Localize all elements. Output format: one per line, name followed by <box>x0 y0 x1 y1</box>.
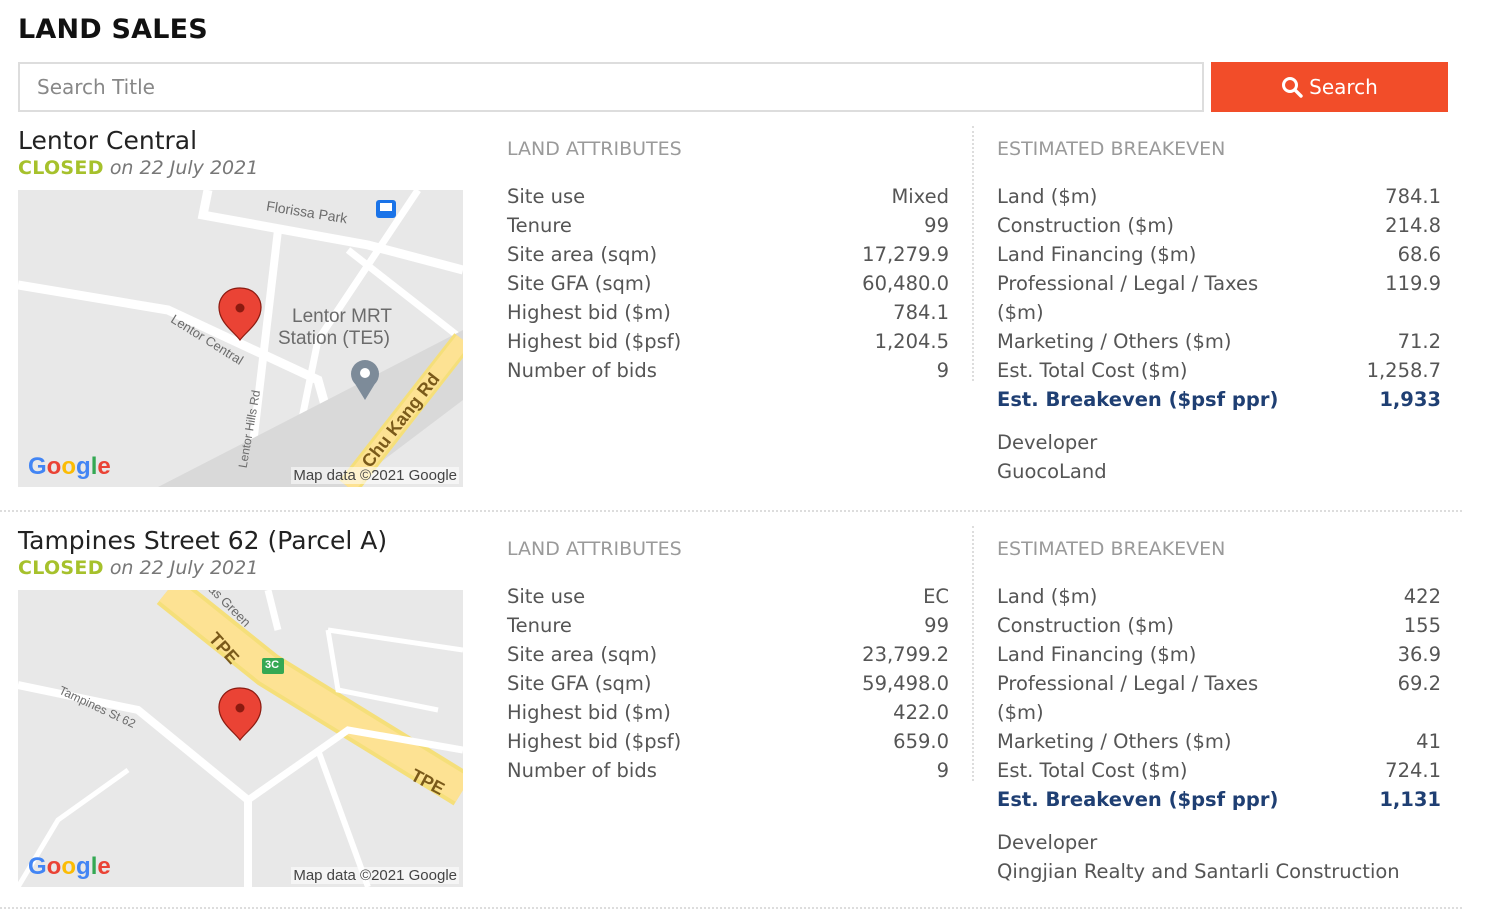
search-button[interactable]: Search <box>1211 62 1448 112</box>
attribute-row: Tenure 99 <box>507 214 949 237</box>
map-attribution[interactable]: Map data ©2021 Google <box>291 867 459 884</box>
developer-label: Developer <box>997 431 1098 454</box>
attribute-row: Site use EC <box>507 585 949 608</box>
developer-name: Qingjian Realty and Santarli Constructio… <box>997 860 1400 883</box>
breakeven-row: Construction ($m) 214.8 <box>997 214 1441 237</box>
breakeven-heading: ESTIMATED BREAKEVEN <box>997 138 1226 160</box>
attribute-row: Site GFA (sqm) 60,480.0 <box>507 272 949 295</box>
breakeven-row: Construction ($m) 155 <box>997 614 1441 637</box>
breakeven-row: Marketing / Others ($m) 41 <box>997 730 1441 753</box>
estimated-breakeven: ESTIMATED BREAKEVEN Land ($m) 784.1 Const… <box>997 138 1441 486</box>
land-attributes: LAND ATTRIBUTES Site use Mixed Tenure 99 S… <box>507 138 949 385</box>
attribute-row: Highest bid ($m) 784.1 <box>507 301 949 324</box>
attribute-row: Number of bids 9 <box>507 759 949 782</box>
search-button-label: Search <box>1309 75 1378 99</box>
attribute-row: Number of bids 9 <box>507 359 949 382</box>
attribute-row: Site area (sqm) 17,279.9 <box>507 243 949 266</box>
search-input[interactable] <box>18 62 1204 112</box>
breakeven-row: Marketing / Others ($m) 71.2 <box>997 330 1441 353</box>
attribute-row: Highest bid ($psf) 659.0 <box>507 730 949 753</box>
breakeven-row: Professional / Legal / Taxes ($m) 69.2 <box>997 672 1441 724</box>
listing-card: Lentor Central CLOSED on 22 July 2021 Fl… <box>0 126 1498 526</box>
column-divider <box>972 126 974 381</box>
column-divider <box>972 526 974 781</box>
google-logo: Google <box>28 453 111 480</box>
attribute-row: Site use Mixed <box>507 185 949 208</box>
map-label: Lentor MRT <box>292 306 392 327</box>
listing-card: Tampines Street 62 (Parcel A) CLOSED on … <box>0 526 1498 910</box>
estimated-breakeven: ESTIMATED BREAKEVEN Land ($m) 422 Constru… <box>997 538 1441 886</box>
listing-divider <box>0 907 1462 909</box>
status-line: CLOSED on 22 July 2021 <box>18 157 258 179</box>
listing-title[interactable]: Lentor Central <box>18 126 197 155</box>
breakeven-row: Land Financing ($m) 36.9 <box>997 643 1441 666</box>
map-roads <box>18 590 463 887</box>
breakeven-total-row: Est. Breakeven ($psf ppr) 1,131 <box>997 788 1441 811</box>
breakeven-row: Land Financing ($m) 68.6 <box>997 243 1441 266</box>
breakeven-row: Land ($m) 784.1 <box>997 185 1441 208</box>
map-attribution[interactable]: Map data ©2021 Google <box>291 467 459 484</box>
developer-name: GuocoLand <box>997 460 1107 483</box>
status-badge: CLOSED <box>18 157 104 179</box>
closed-date: on 22 July 2021 <box>109 557 259 579</box>
land-attributes: LAND ATTRIBUTES Site use EC Tenure 99 Site… <box>507 538 949 785</box>
listing-divider <box>0 510 1462 512</box>
breakeven-row: Professional / Legal / Taxes ($m) 119.9 <box>997 272 1441 324</box>
google-logo: Google <box>28 853 111 880</box>
breakeven-row: Land ($m) 422 <box>997 585 1441 608</box>
status-badge: CLOSED <box>18 557 104 579</box>
attribute-row: Highest bid ($m) 422.0 <box>507 701 949 724</box>
developer-label: Developer <box>997 831 1098 854</box>
breakeven-row: Est. Total Cost ($m) 724.1 <box>997 759 1441 782</box>
listing-title[interactable]: Tampines Street 62 (Parcel A) <box>18 526 387 555</box>
location-map[interactable]: Florissa Park Lentor Central Lentor MRT … <box>18 190 463 487</box>
attribute-row: Highest bid ($psf) 1,204.5 <box>507 330 949 353</box>
status-line: CLOSED on 22 July 2021 <box>18 557 258 579</box>
closed-date: on 22 July 2021 <box>109 157 259 179</box>
breakeven-total-row: Est. Breakeven ($psf ppr) 1,933 <box>997 388 1441 411</box>
land-attributes-heading: LAND ATTRIBUTES <box>507 538 682 560</box>
page-title: LAND SALES <box>18 14 208 45</box>
breakeven-heading: ESTIMATED BREAKEVEN <box>997 538 1226 560</box>
map-label: Station (TE5) <box>278 328 390 349</box>
breakeven-row: Est. Total Cost ($m) 1,258.7 <box>997 359 1441 382</box>
attribute-row: Tenure 99 <box>507 614 949 637</box>
attribute-row: Site area (sqm) 23,799.2 <box>507 643 949 666</box>
map-label: 3C <box>265 659 280 671</box>
search-icon <box>1281 76 1303 98</box>
location-map[interactable]: lias Green TPE 3C Tampines St 62 TPE Goo… <box>18 590 463 887</box>
land-attributes-heading: LAND ATTRIBUTES <box>507 138 682 160</box>
attribute-row: Site GFA (sqm) 59,498.0 <box>507 672 949 695</box>
